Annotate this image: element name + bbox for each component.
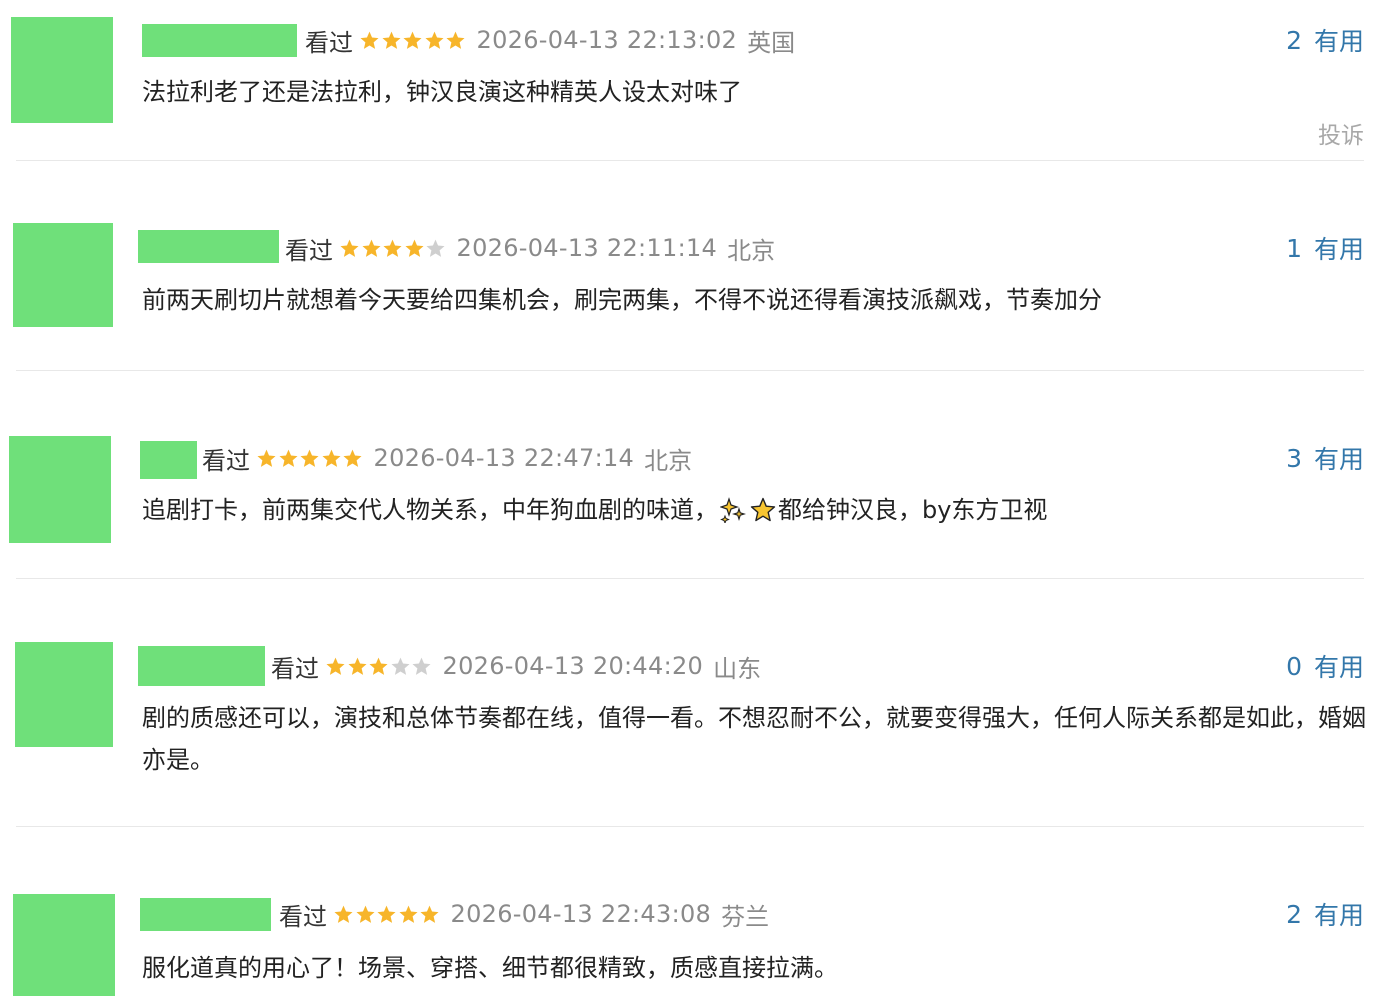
comment-time: 2026-04-13 22:47:14: [373, 444, 635, 472]
comment-meta: 看过 2026-04-13 22:47:14 北京: [202, 438, 692, 478]
rating-stars: [359, 30, 467, 51]
comment-text: 法拉利老了还是法拉利，钟汉良演这种精英人设太对味了: [142, 78, 742, 106]
useful-vote[interactable]: 3 有用: [1286, 438, 1364, 478]
rating-stars: [333, 904, 441, 925]
star-icon: [750, 497, 776, 522]
star-filled-icon: [369, 657, 388, 675]
comment-location: 北京: [727, 236, 776, 265]
watched-label: 看过: [305, 28, 353, 57]
comment-time: 2026-04-13 22:11:14: [456, 234, 718, 262]
watched-label: 看过: [279, 902, 327, 931]
useful-button[interactable]: 有用: [1314, 648, 1364, 684]
star-filled-icon: [300, 449, 319, 467]
useful-vote[interactable]: 1 有用: [1286, 228, 1364, 268]
avatar[interactable]: [15, 642, 113, 747]
useful-vote[interactable]: 2 有用: [1286, 894, 1364, 934]
star-filled-icon: [343, 449, 362, 467]
comment-meta: 看过 2026-04-13 20:44:20 山东: [271, 646, 761, 686]
useful-count: 2: [1286, 25, 1302, 55]
star-filled-icon: [404, 239, 424, 257]
useful-count: 3: [1286, 443, 1302, 473]
comment-time: 2026-04-13 22:43:08: [450, 900, 712, 928]
star-empty-icon: [426, 239, 445, 257]
divider: [16, 370, 1364, 371]
divider: [16, 578, 1364, 579]
comment-text: 剧的质感还可以，演技和总体节奏都在线，值得一看。不想忍耐不公，就要变得强大，任何…: [142, 704, 1366, 774]
comment-text-part: 追剧打卡，前两集交代人物关系，中年狗血剧的味道，: [142, 496, 718, 524]
comment-location: 芬兰: [721, 902, 770, 931]
useful-count: 0: [1286, 651, 1302, 681]
useful-vote[interactable]: 0 有用: [1286, 646, 1364, 686]
star-filled-icon: [377, 905, 396, 923]
comment-meta: 看过 2026-04-13 22:43:08 芬兰: [279, 894, 769, 934]
useful-button[interactable]: 有用: [1314, 896, 1364, 932]
username-redacted[interactable]: [138, 230, 279, 263]
username-redacted[interactable]: [140, 441, 197, 479]
star-filled-icon: [347, 657, 367, 675]
avatar[interactable]: [13, 894, 115, 996]
comment-text: 追剧打卡，前两集交代人物关系，中年狗血剧的味道， 都给钟汉良，by东方卫视: [142, 489, 1368, 531]
avatar[interactable]: [13, 223, 113, 327]
star-filled-icon: [398, 905, 418, 923]
star-filled-icon: [326, 657, 345, 675]
star-filled-icon: [420, 905, 439, 923]
star-empty-icon: [390, 657, 410, 675]
report-button[interactable]: 投诉: [1318, 116, 1364, 150]
star-filled-icon: [360, 31, 379, 49]
star-filled-icon: [278, 449, 298, 467]
star-filled-icon: [383, 239, 402, 257]
star-filled-icon: [424, 31, 444, 49]
star-filled-icon: [321, 449, 341, 467]
rating-stars: [256, 448, 364, 469]
useful-count: 2: [1286, 899, 1302, 929]
watched-label: 看过: [285, 236, 333, 265]
watched-label: 看过: [271, 654, 319, 683]
star-empty-icon: [412, 657, 431, 675]
comment-location: 英国: [747, 28, 796, 57]
comment-time: 2026-04-13 22:13:02: [476, 26, 738, 54]
star-filled-icon: [257, 449, 276, 467]
avatar[interactable]: [9, 436, 111, 543]
rating-stars: [325, 656, 433, 677]
star-filled-icon: [334, 905, 353, 923]
star-filled-icon: [381, 31, 401, 49]
star-filled-icon: [446, 31, 465, 49]
useful-button[interactable]: 有用: [1314, 230, 1364, 266]
rating-stars: [339, 238, 447, 259]
divider: [16, 826, 1364, 827]
comment-location: 北京: [644, 446, 693, 475]
star-filled-icon: [340, 239, 359, 257]
username-redacted[interactable]: [142, 24, 297, 57]
useful-button[interactable]: 有用: [1314, 440, 1364, 476]
useful-button[interactable]: 有用: [1314, 22, 1364, 58]
comment-text-part: 都给钟汉良，by东方卫视: [778, 496, 1048, 524]
useful-vote[interactable]: 2 有用: [1286, 20, 1364, 60]
comment-time: 2026-04-13 20:44:20: [442, 652, 704, 680]
comment-list: 看过 2026-04-13 22:13:02 英国 2 有用 法拉利老了还是法拉…: [0, 0, 1398, 1008]
sparkle-icon: [720, 497, 746, 523]
divider: [16, 160, 1364, 161]
star-filled-icon: [361, 239, 381, 257]
star-filled-icon: [355, 905, 375, 923]
star-filled-icon: [403, 31, 422, 49]
useful-count: 1: [1286, 233, 1302, 263]
avatar[interactable]: [11, 17, 113, 123]
comment-meta: 看过 2026-04-13 22:11:14 北京: [285, 228, 775, 268]
comment-text: 前两天刷切片就想着今天要给四集机会，刷完两集，不得不说还得看演技派飙戏，节奏加分: [142, 286, 1102, 314]
comment-location: 山东: [713, 654, 762, 683]
username-redacted[interactable]: [140, 898, 271, 931]
comment-text: 服化道真的用心了！场景、穿搭、细节都很精致，质感直接拉满。: [142, 954, 838, 982]
comment-meta: 看过 2026-04-13 22:13:02 英国: [305, 20, 795, 60]
watched-label: 看过: [202, 446, 250, 475]
username-redacted[interactable]: [138, 646, 265, 686]
